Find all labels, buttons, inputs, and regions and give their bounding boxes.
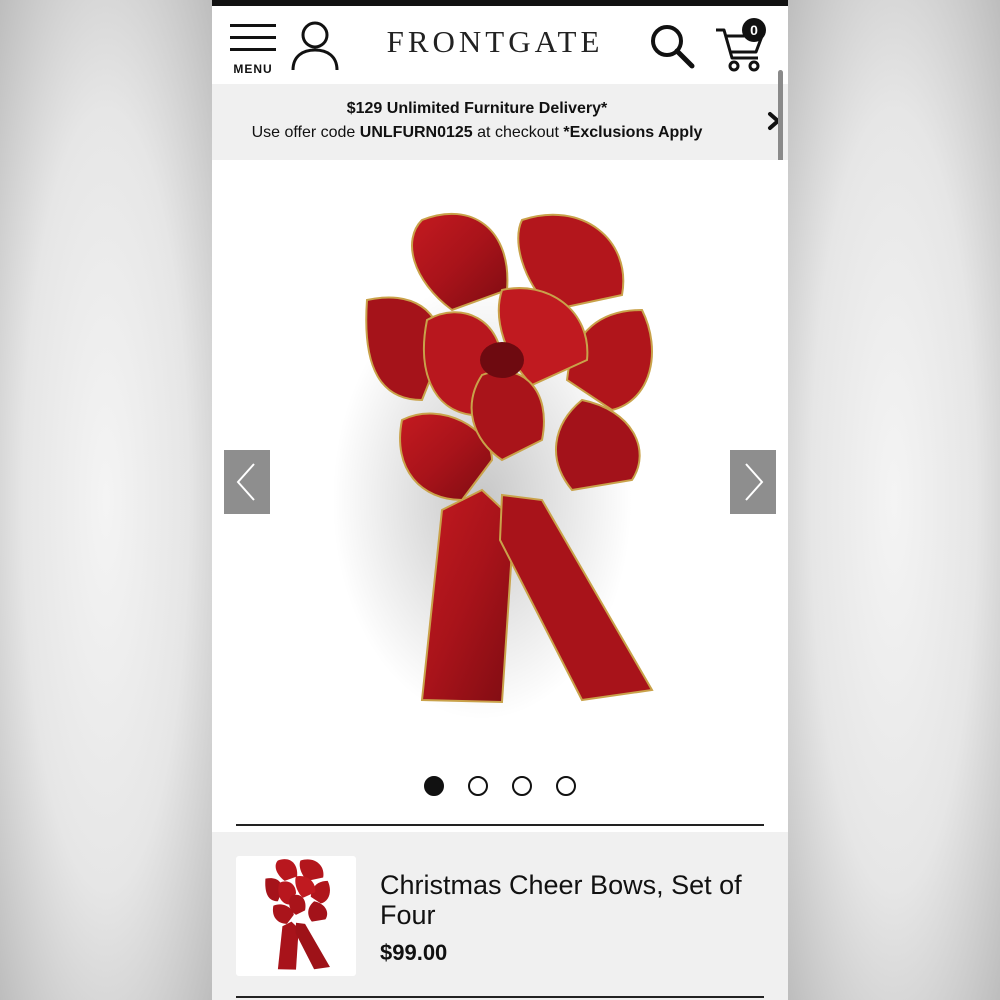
product-image-bow[interactable] [332, 200, 672, 730]
chevron-right-icon [745, 463, 764, 501]
promo-headline: $129 Unlimited Furniture Delivery* [346, 100, 608, 117]
hamburger-icon-bar [230, 36, 276, 39]
cart-button[interactable]: 0 [712, 18, 772, 74]
promo-details: Use offer code UNLFURN0125 at checkout *… [212, 124, 742, 142]
section-divider [236, 824, 764, 826]
gallery-dot-1[interactable] [424, 776, 444, 796]
backdrop-left [0, 0, 212, 1000]
promo-middle: at checkout [472, 124, 564, 141]
next-image-button[interactable] [730, 450, 776, 514]
promo-exclusions: *Exclusions Apply [563, 124, 703, 141]
hamburger-icon [230, 24, 276, 27]
user-icon [291, 21, 339, 71]
menu-button[interactable]: MENU [228, 20, 278, 78]
promo-offer-code: UNLFURN0125 [359, 124, 473, 141]
backdrop-right [788, 0, 1000, 1000]
product-image-gallery [212, 160, 788, 830]
promo-prefix: Use offer code [251, 124, 360, 141]
product-summary-card: Christmas Cheer Bows, Set of Four $99.00 [212, 832, 788, 1000]
product-thumbnail-image [265, 859, 330, 970]
previous-image-button[interactable] [224, 450, 270, 514]
chevron-left-icon [236, 463, 255, 501]
phone-screen: MENU FRONTGATE 0 $129 Unlimited Furnitur… [212, 0, 788, 1000]
account-button[interactable] [290, 20, 340, 72]
gallery-dot-3[interactable] [512, 776, 532, 796]
hamburger-icon-bar [230, 48, 276, 51]
product-title[interactable]: Christmas Cheer Bows, Set of Four [380, 870, 772, 930]
cart-count-badge: 0 [742, 18, 766, 42]
product-thumbnail[interactable] [236, 856, 356, 976]
brand-logo[interactable]: FRONTGATE [362, 24, 628, 60]
gallery-dot-2[interactable] [468, 776, 488, 796]
search-button[interactable] [648, 22, 696, 70]
gallery-dot-4[interactable] [556, 776, 576, 796]
promo-banner[interactable]: $129 Unlimited Furniture Delivery* Use o… [212, 84, 788, 160]
gallery-pagination [212, 776, 788, 802]
site-header: MENU FRONTGATE 0 [212, 6, 788, 84]
product-price: $99.00 [380, 940, 448, 965]
search-icon [651, 25, 695, 69]
menu-label: MENU [233, 62, 273, 76]
section-divider-bottom [236, 996, 764, 998]
